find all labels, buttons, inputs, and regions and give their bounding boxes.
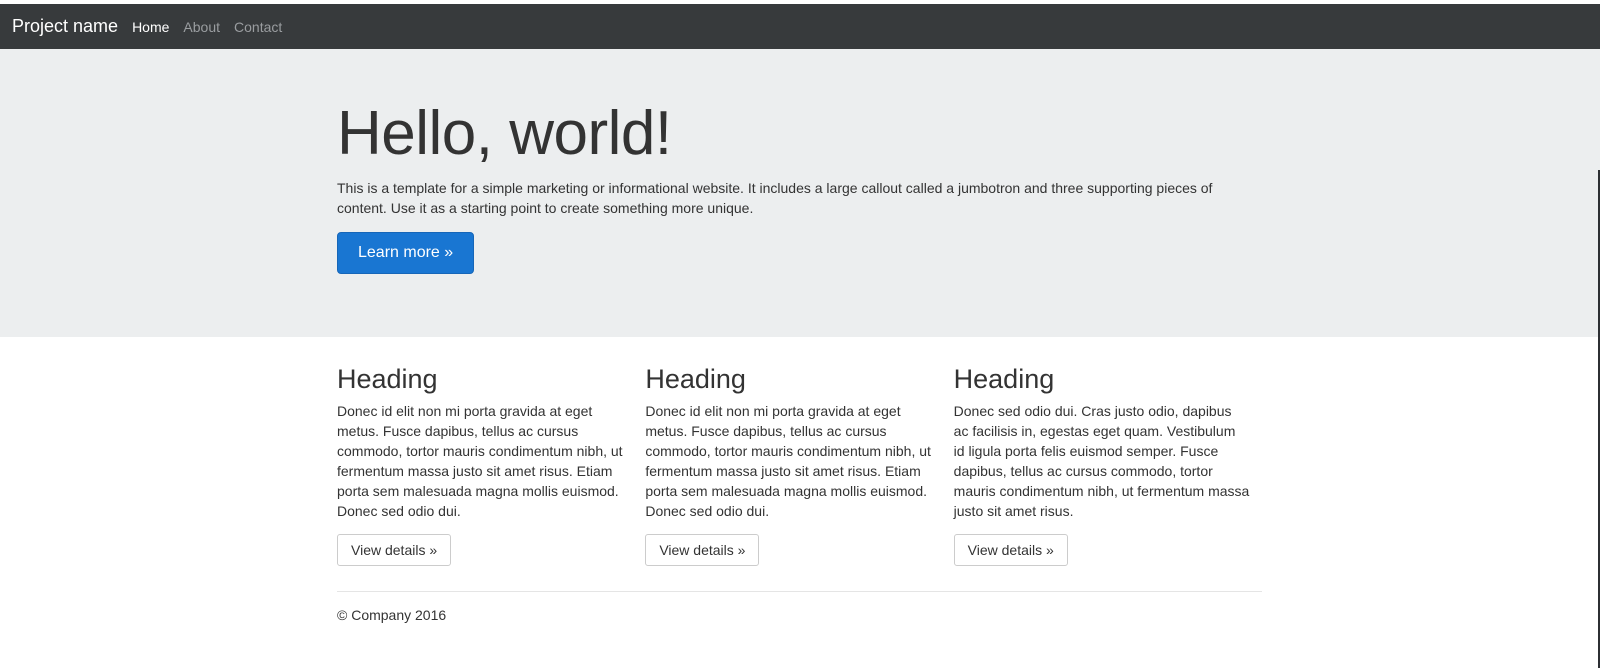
column-text: Donec id elit non mi porta gravida at eg… xyxy=(337,403,623,519)
nav-link-contact[interactable]: Contact xyxy=(234,19,282,35)
view-details-button-1[interactable]: View details » xyxy=(337,534,452,566)
jumbotron-content: Hello, world! This is a template for a s… xyxy=(337,99,1262,275)
learn-more-button[interactable]: Learn more » xyxy=(337,232,475,275)
column-text: Donec id elit non mi porta gravida at eg… xyxy=(645,403,931,519)
nav-link-home[interactable]: Home xyxy=(132,19,169,35)
view-details-button-2[interactable]: View details » xyxy=(645,534,760,566)
feature-columns: Heading Donec id elit non mi porta gravi… xyxy=(337,363,1262,566)
footer-copyright: © Company 2016 xyxy=(337,607,447,623)
column-heading: Heading xyxy=(953,364,1055,394)
view-details-button-3[interactable]: View details » xyxy=(953,534,1068,566)
navbar: Project name Home About Contact xyxy=(0,4,1600,49)
column-text: Donec sed odio dui. Cras justo odio, dap… xyxy=(953,403,1250,519)
column-heading: Heading xyxy=(337,364,438,394)
feature-column-1: Heading Donec id elit non mi porta gravi… xyxy=(337,363,645,566)
jumbotron-lead: This is a template for a simple marketin… xyxy=(337,180,1213,217)
column-heading: Heading xyxy=(645,364,746,394)
feature-column-3: Heading Donec sed odio dui. Cras justo o… xyxy=(953,363,1262,566)
jumbotron-title: Hello, world! xyxy=(337,99,672,168)
jumbotron: Hello, world! This is a template for a s… xyxy=(0,49,1600,337)
footer-divider xyxy=(337,591,1262,592)
page: Project name Home About Contact Hello, w… xyxy=(0,0,1600,668)
nav-link-about[interactable]: About xyxy=(183,19,220,35)
navbar-brand[interactable]: Project name xyxy=(12,16,118,37)
feature-column-2: Heading Donec id elit non mi porta gravi… xyxy=(645,363,953,566)
